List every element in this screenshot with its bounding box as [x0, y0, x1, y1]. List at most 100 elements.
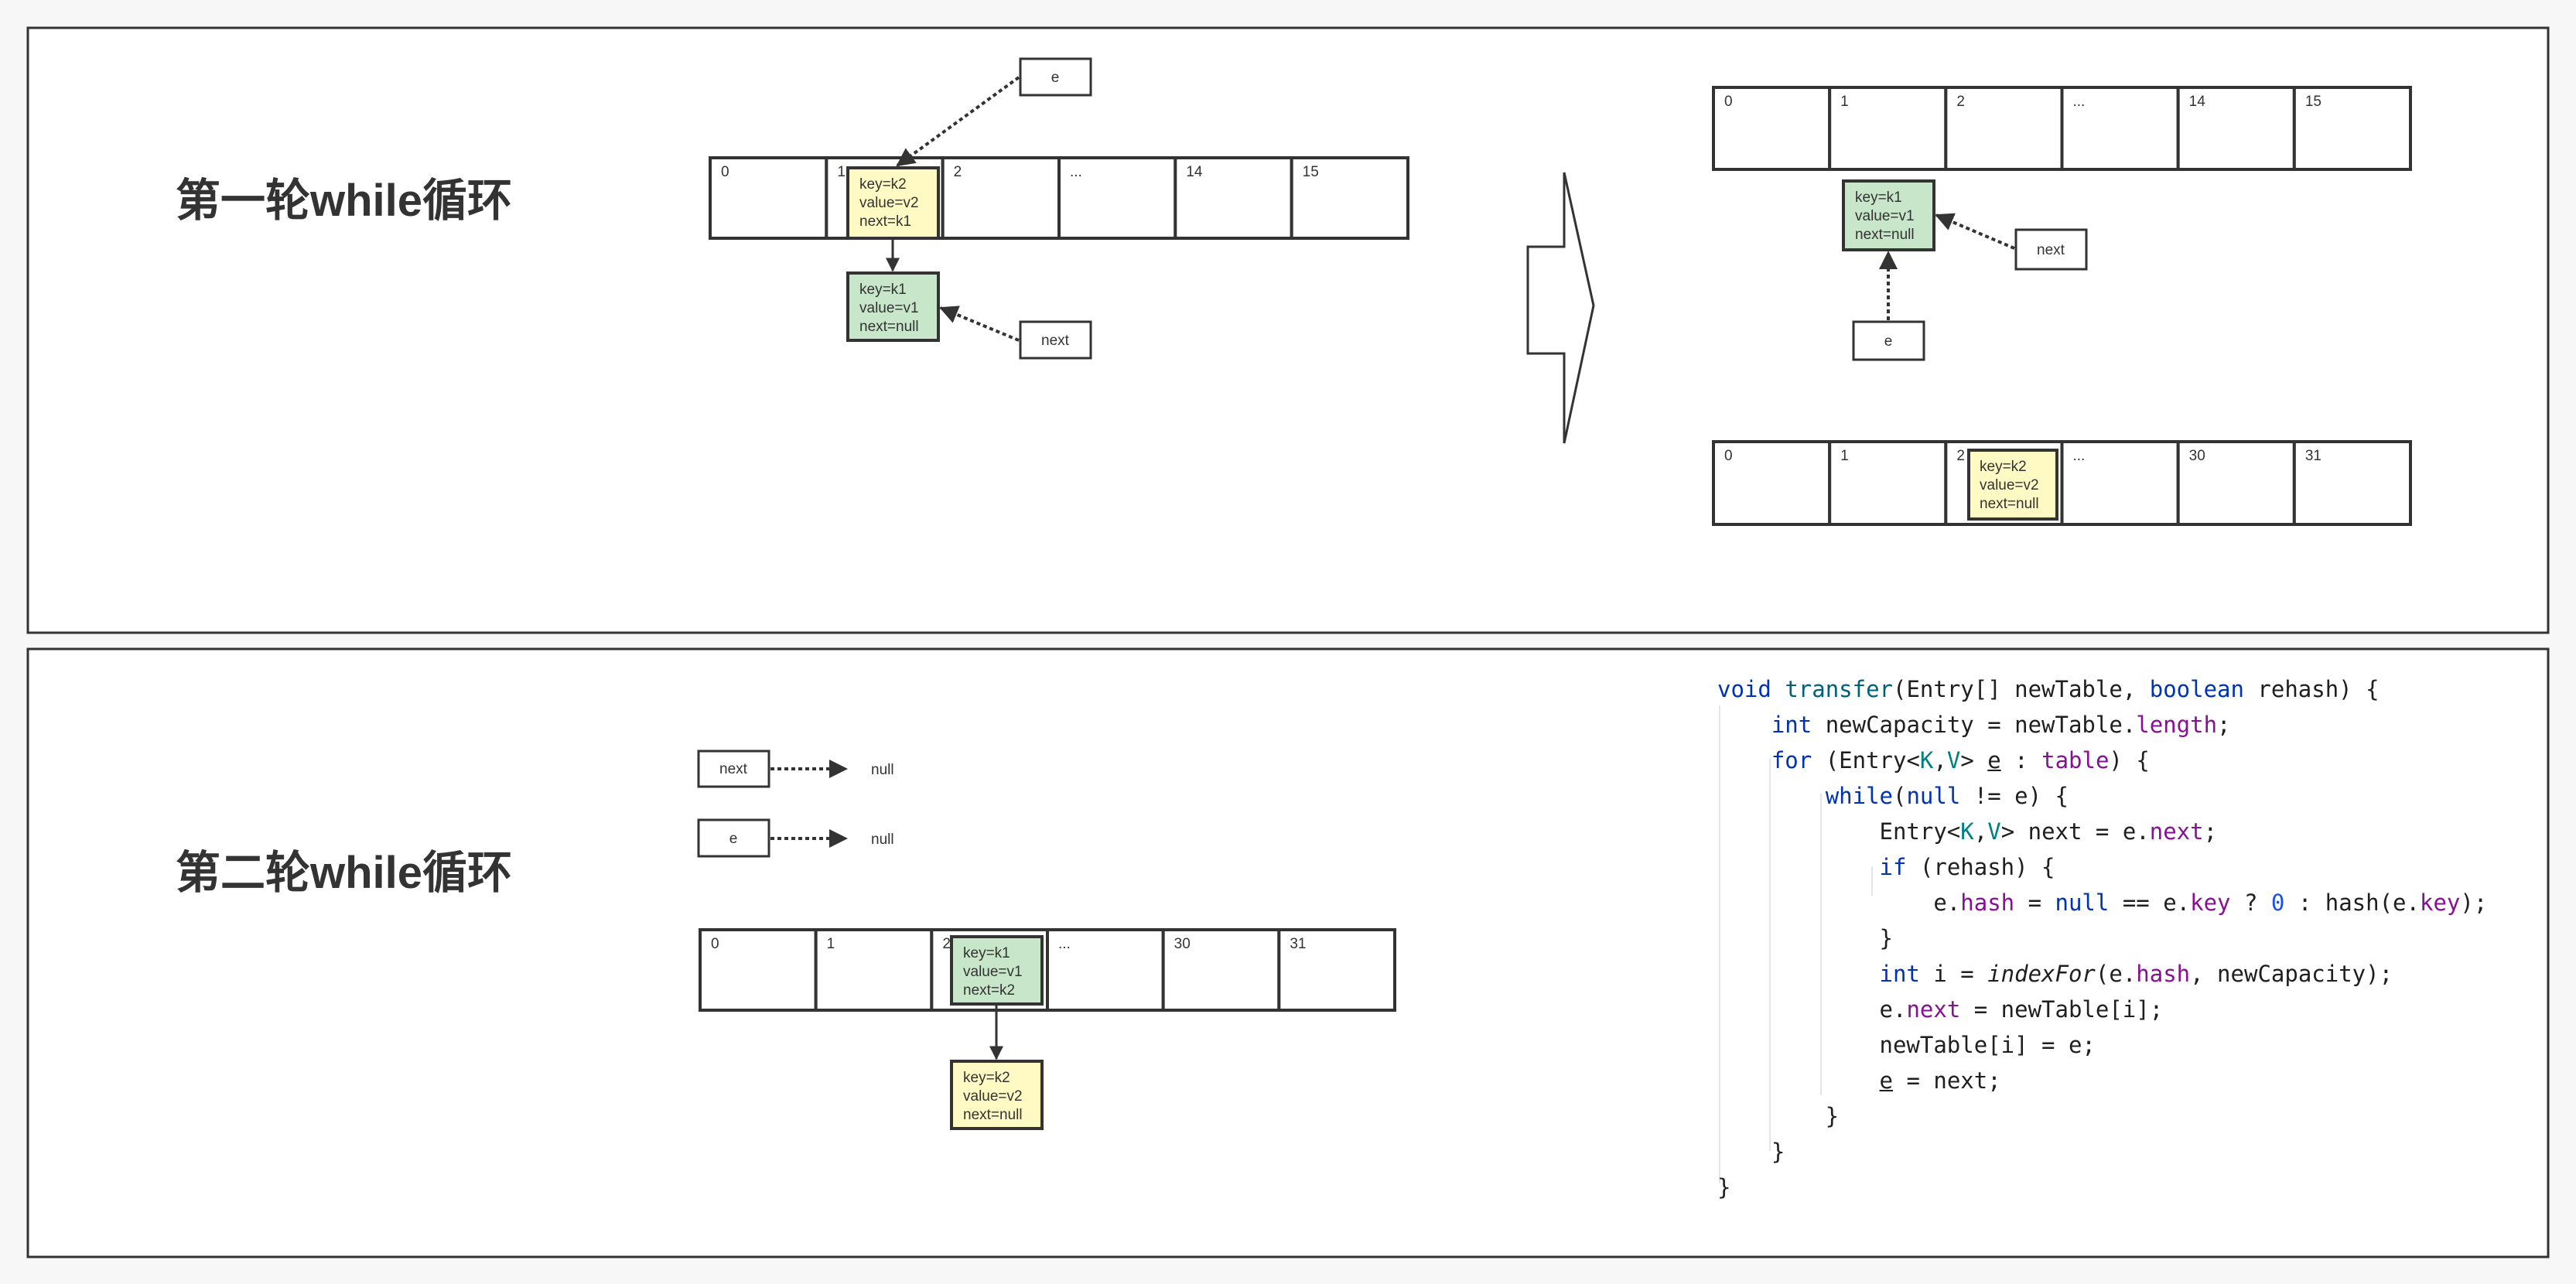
- next-null-label: null: [871, 762, 894, 778]
- bucket-index: 30: [1174, 936, 1191, 952]
- bucket-index: 30: [2189, 448, 2205, 464]
- code-line: }: [1717, 1134, 2487, 1170]
- bucket-index: 2: [1956, 448, 1965, 464]
- code-line: Entry<K,V> next = e.next;: [1717, 814, 2487, 849]
- next-label: next: [719, 761, 748, 777]
- code-token: :: [2000, 747, 2042, 773]
- code-token: =: [2014, 890, 2055, 916]
- node-key: key=k2: [1980, 459, 2027, 475]
- code-token: == e.: [2109, 890, 2191, 916]
- code-token: ;: [2203, 818, 2218, 845]
- code-token: Entry<: [1717, 818, 1961, 845]
- code-token: void: [1717, 676, 1785, 702]
- code-token: = newTable[i];: [1960, 996, 2164, 1023]
- code-token: >: [1960, 747, 1988, 773]
- code-line: int newCapacity = newTable.length;: [1717, 707, 2487, 743]
- node-next: next=null: [963, 1107, 1023, 1123]
- bucket-index: 2: [954, 164, 962, 180]
- code-token: e: [1987, 747, 2001, 773]
- new-hash-table-32: 0 1 2... 30 31: [1712, 440, 2412, 526]
- bucket-index: 2: [942, 936, 951, 952]
- code-token: );: [2460, 890, 2488, 916]
- code-line: }: [1717, 1170, 2487, 1205]
- code-token: ,: [1933, 747, 1947, 773]
- code-token: hash: [2136, 961, 2191, 987]
- bucket-index: 1: [837, 164, 846, 180]
- code-token: }: [1717, 1139, 1785, 1165]
- code-line: void transfer(Entry[] newTable, boolean …: [1717, 671, 2487, 707]
- code-line: e.hash = null == e.key ? 0 : hash(e.key)…: [1717, 885, 2487, 920]
- code-token: }: [1717, 925, 1893, 951]
- code-token: hash: [1960, 890, 2015, 916]
- code-token: (e.: [2095, 961, 2137, 987]
- bucket-index: 15: [1303, 164, 1319, 180]
- code-token: newTable[i] = e;: [1717, 1032, 2096, 1058]
- next-label: next: [1041, 333, 1070, 349]
- code-token: ;: [2217, 712, 2231, 738]
- bucket-index: 31: [1290, 936, 1306, 952]
- code-line: if (rehash) {: [1717, 849, 2487, 885]
- round1-title: 第一轮while循环: [176, 176, 512, 226]
- bucket-index: 0: [1724, 94, 1733, 110]
- code-token: transfer: [1785, 676, 1893, 702]
- code-line: e = next;: [1717, 1063, 2487, 1098]
- bucket-index: ...: [2073, 448, 2086, 464]
- node-next: next=null: [1980, 496, 2039, 512]
- code-token: e.: [1717, 996, 1907, 1023]
- bucket-index: 14: [1186, 164, 1203, 180]
- e-label: e: [1051, 70, 1060, 86]
- node-next: next=null: [1855, 227, 1915, 243]
- code-token: V: [1946, 747, 1961, 773]
- code-line: int i = indexFor(e.hash, newCapacity);: [1717, 956, 2487, 992]
- code-token: ) {: [2109, 747, 2150, 773]
- new-hash-table-32: 0 1 2... 30 31: [699, 928, 1397, 1012]
- code-token: length: [2136, 712, 2218, 738]
- code-line: for (Entry<K,V> e : table) {: [1717, 743, 2487, 778]
- code-token: }: [1717, 1174, 1731, 1200]
- code-token: = next;: [1892, 1067, 2001, 1094]
- code-token: null: [1906, 783, 1961, 809]
- node-value: value=v1: [859, 300, 919, 316]
- round2-title: 第二轮while循环: [176, 848, 512, 898]
- code-token: newCapacity = newTable.: [1812, 712, 2137, 738]
- code-token: : hash(e.: [2284, 890, 2420, 916]
- bucket-index: 0: [711, 936, 719, 952]
- code-token: (: [1893, 783, 1907, 809]
- node-key: key=k2: [859, 176, 907, 193]
- node-value: value=v2: [859, 195, 919, 211]
- bucket-index: 31: [2305, 448, 2321, 464]
- bucket-index: 0: [1724, 448, 1733, 464]
- hash-table-16: 0 1 2... 14 15: [709, 156, 1409, 240]
- bucket-index: 1: [827, 936, 835, 952]
- node-value: value=v2: [963, 1088, 1023, 1105]
- bucket-index: ...: [1058, 936, 1071, 952]
- node-key: key=k1: [963, 945, 1010, 961]
- bucket-index: 14: [2189, 94, 2206, 110]
- code-token: (rehash) {: [1906, 854, 2055, 880]
- code-token: K: [1919, 747, 1934, 773]
- code-token: , newCapacity);: [2190, 961, 2393, 987]
- code-block-transfer: void transfer(Entry[] newTable, boolean …: [1717, 671, 2487, 1205]
- code-token: }: [1717, 1103, 1840, 1129]
- code-token: table: [2041, 747, 2110, 773]
- node-value: value=v1: [963, 964, 1023, 980]
- code-token: for: [1771, 747, 1812, 773]
- node-value: value=v2: [1980, 477, 2039, 493]
- code-line: }: [1717, 920, 2487, 956]
- code-token: null: [2055, 890, 2110, 916]
- code-token: != e) {: [1960, 783, 2069, 809]
- code-token: key: [2419, 890, 2461, 916]
- node-next: next=null: [859, 319, 919, 335]
- code-token: ?: [2230, 890, 2271, 916]
- code-token: int: [1879, 961, 1920, 987]
- node-key: key=k2: [963, 1070, 1010, 1086]
- code-token: i =: [1919, 961, 1988, 987]
- e-null-label: null: [871, 832, 894, 848]
- code-token: K: [1960, 818, 1974, 845]
- node-next: next=k2: [963, 982, 1015, 999]
- bucket-index: 15: [2305, 94, 2321, 110]
